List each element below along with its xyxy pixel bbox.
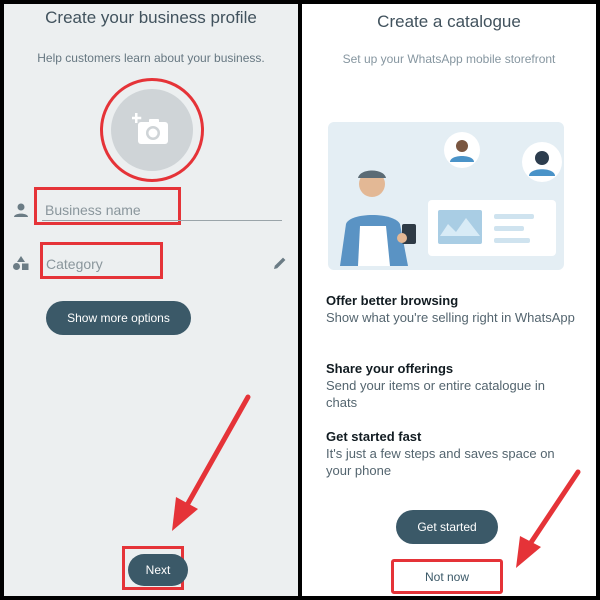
not-now-button[interactable]: Not now [391,570,503,584]
feature-description: Show what you're selling right in WhatsA… [326,310,575,325]
get-started-button[interactable]: Get started [396,510,498,544]
image-frame: Create your business profile Help custom… [0,0,600,600]
red-arrow-annotation [172,394,251,531]
show-more-options-button[interactable]: Show more options [46,301,191,335]
feature-description: Send your items or entire catalogue in c… [326,378,545,410]
profile-photo-highlight [100,78,204,182]
page-title: Create your business profile [45,8,257,27]
person-icon [14,203,28,217]
business-name-underline [42,220,282,221]
profile-photo-button[interactable] [111,89,193,171]
pencil-icon[interactable] [272,255,288,271]
page-title: Create a catalogue [377,12,521,31]
feature-title: Get started fast [326,429,422,444]
page-subtitle: Help customers learn about your business… [37,51,265,65]
red-arrow-annotation [516,469,581,568]
feature-item: Share your offerings Send your items or … [326,360,576,411]
next-button[interactable]: Next [128,554,188,586]
feature-item: Offer better browsing Show what you're s… [326,292,576,326]
page-subtitle: Set up your WhatsApp mobile storefront [342,52,556,66]
business-profile-screen: Create your business profile Help custom… [4,4,298,596]
business-name-field[interactable]: Business name [45,202,141,218]
add-photo-camera-icon [132,113,168,144]
feature-title: Share your offerings [326,361,454,376]
shapes-icon [13,256,29,270]
catalogue-screen: Create a catalogue Set up your WhatsApp … [302,4,596,596]
storefront-illustration [328,122,564,270]
feature-title: Offer better browsing [326,293,459,308]
category-field[interactable]: Category [46,256,103,272]
